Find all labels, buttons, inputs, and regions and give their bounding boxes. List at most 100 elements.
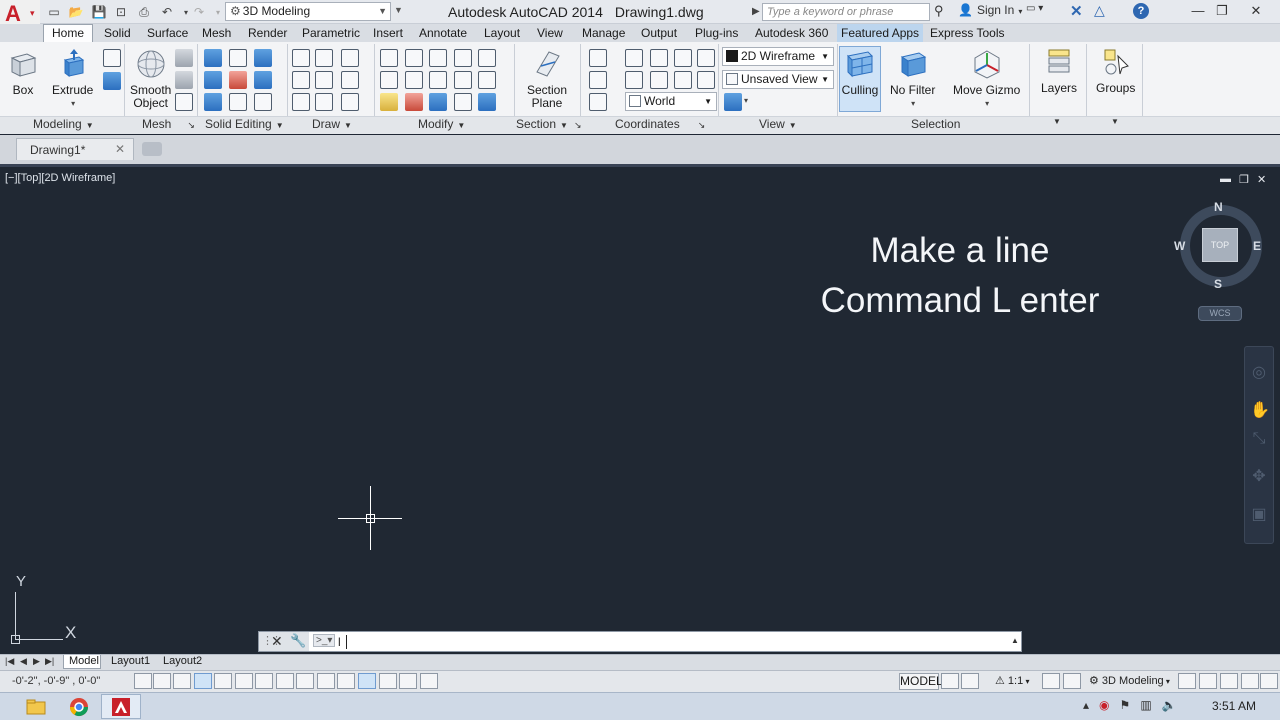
status-bar-menu-icon[interactable]: [1241, 673, 1259, 689]
ucs-z-icon[interactable]: [674, 71, 692, 89]
tab-layout[interactable]: Layout: [484, 24, 520, 42]
tab-featured-apps[interactable]: Featured Apps: [837, 24, 924, 42]
panel-modeling[interactable]: Modeling ▼: [33, 117, 94, 131]
wrench-icon[interactable]: 🔧: [290, 633, 306, 649]
tab-mesh[interactable]: Mesh: [202, 24, 231, 42]
ucs-previous-icon[interactable]: [674, 49, 692, 67]
layers-button[interactable]: Layers: [1041, 46, 1077, 95]
3d-rotate-icon[interactable]: [405, 71, 423, 89]
fillet-icon[interactable]: [478, 71, 496, 89]
dynamic-ucs-icon[interactable]: [296, 673, 314, 689]
ribbon-minimize-icon[interactable]: ▭ ▾: [1026, 3, 1043, 14]
chrome-icon[interactable]: [59, 694, 99, 719]
quick-properties-icon[interactable]: [379, 673, 397, 689]
copy-icon[interactable]: [454, 93, 472, 111]
3d-mirror-icon[interactable]: [405, 93, 423, 111]
ucs-y-icon[interactable]: [650, 71, 668, 89]
panel-section[interactable]: Section ▼ ↘: [516, 117, 582, 131]
restore-button[interactable]: ❐: [1206, 0, 1238, 22]
viewport-close-icon[interactable]: ✕: [1257, 173, 1266, 186]
tab-solid[interactable]: Solid: [104, 24, 131, 42]
open-folder-icon[interactable]: 📂: [67, 3, 85, 21]
annotation-visibility-icon[interactable]: [1042, 673, 1060, 689]
hardware-acceleration-icon[interactable]: [1199, 673, 1217, 689]
panel-draw[interactable]: Draw ▼: [312, 117, 352, 131]
volume-icon[interactable]: 🔈: [1162, 698, 1177, 712]
viewport-controls-label[interactable]: [−][Top][2D Wireframe]: [5, 172, 115, 184]
viewport-minimize-icon[interactable]: ▬: [1220, 173, 1231, 185]
ucs-origin-icon[interactable]: [589, 71, 607, 89]
tab-autodesk-360[interactable]: Autodesk 360: [755, 24, 828, 42]
intersect-icon[interactable]: [204, 93, 222, 111]
stretch-icon[interactable]: [429, 93, 447, 111]
chevron-down-icon[interactable]: ▾: [744, 96, 748, 105]
command-input[interactable]: l: [338, 635, 341, 649]
new-drawing-tab-button[interactable]: [142, 142, 162, 156]
exchange-apps-icon[interactable]: ✕: [1070, 2, 1083, 20]
ucs-view-icon[interactable]: [697, 49, 715, 67]
last-layout-icon[interactable]: ▶|: [45, 656, 54, 667]
help-icon[interactable]: ?: [1133, 3, 1149, 19]
ortho-icon[interactable]: [194, 673, 212, 689]
mesh-refine-icon[interactable]: [175, 93, 193, 111]
pan-hand-icon[interactable]: ✋: [1250, 400, 1270, 420]
panel-modify[interactable]: Modify ▼: [418, 117, 465, 131]
tab-view[interactable]: View: [537, 24, 563, 42]
viewport-restore-icon[interactable]: ❐: [1239, 173, 1249, 186]
command-history-icon[interactable]: ▲: [1011, 636, 1019, 645]
next-layout-icon[interactable]: ▶: [33, 656, 40, 667]
first-layout-icon[interactable]: |◀: [5, 656, 14, 667]
union-icon[interactable]: [204, 49, 222, 67]
draw-polygon-icon[interactable]: [292, 93, 310, 111]
mirror-icon[interactable]: [454, 71, 472, 89]
recent-commands-icon[interactable]: >_▾: [313, 634, 336, 647]
cursor-coordinates[interactable]: -0'-2", -0'-9" , 0'-0": [12, 675, 100, 687]
isolate-objects-icon[interactable]: [1220, 673, 1238, 689]
panel-view[interactable]: View ▼: [759, 117, 797, 131]
infer-constraints-icon[interactable]: [134, 673, 152, 689]
file-explorer-icon[interactable]: [16, 694, 56, 719]
subtract-icon[interactable]: [204, 71, 222, 89]
annotation-scale[interactable]: ⚠ 1:1 ▾: [995, 674, 1029, 687]
offset-icon[interactable]: [454, 49, 472, 67]
panel-mesh[interactable]: Mesh ↘: [142, 117, 195, 131]
object-snap-icon[interactable]: [235, 673, 253, 689]
rotate-icon[interactable]: [429, 71, 447, 89]
search-input[interactable]: Type a keyword or phrase: [762, 3, 930, 21]
prev-layout-icon[interactable]: ◀: [20, 656, 27, 667]
transparency-icon[interactable]: [358, 673, 376, 689]
tab-output[interactable]: Output: [641, 24, 677, 42]
groups-button[interactable]: Groups: [1096, 46, 1135, 95]
tab-plugins[interactable]: Plug-ins: [695, 24, 738, 42]
polysolid-icon[interactable]: [103, 72, 121, 90]
showmotion-icon[interactable]: ▣: [1250, 504, 1268, 524]
save-icon[interactable]: 💾: [90, 3, 108, 21]
file-tab-drawing1[interactable]: Drawing1* ✕: [16, 138, 134, 160]
draw-ellipse-icon[interactable]: [341, 93, 359, 111]
move-icon[interactable]: [429, 49, 447, 67]
extrude-button[interactable]: Extrude ▾: [52, 48, 93, 110]
panel-selection[interactable]: Selection: [911, 117, 960, 131]
selection-cycling-icon[interactable]: [399, 673, 417, 689]
3d-align-icon[interactable]: [380, 71, 398, 89]
autodesk-360-icon[interactable]: △: [1094, 2, 1105, 19]
autoscale-icon[interactable]: [1063, 673, 1081, 689]
section-plane-button[interactable]: Section Plane: [527, 48, 567, 110]
save-as-icon[interactable]: ⊡: [112, 3, 130, 21]
show-hidden-icons-icon[interactable]: ▴: [1083, 698, 1089, 712]
box-button[interactable]: Box: [7, 48, 39, 97]
customize-quick-access-icon[interactable]: ▼: [394, 5, 403, 15]
viewcube-top-face[interactable]: TOP: [1202, 228, 1238, 262]
layout-tab-layout2[interactable]: Layout2: [163, 655, 202, 667]
grid-icon[interactable]: [173, 673, 191, 689]
command-line[interactable]: [258, 631, 1022, 652]
tab-insert[interactable]: Insert: [373, 24, 403, 42]
panel-solid-editing[interactable]: Solid Editing ▼: [205, 117, 284, 131]
separate-icon[interactable]: [254, 93, 272, 111]
array-icon[interactable]: [478, 93, 496, 111]
sign-in-button[interactable]: 👤 Sign In ▾: [958, 3, 1022, 17]
model-space-button[interactable]: MODEL: [899, 673, 943, 690]
close-icon[interactable]: ✕: [271, 633, 283, 650]
expand-search-icon[interactable]: ▶: [752, 6, 760, 17]
draw-helix-icon[interactable]: [315, 49, 333, 67]
